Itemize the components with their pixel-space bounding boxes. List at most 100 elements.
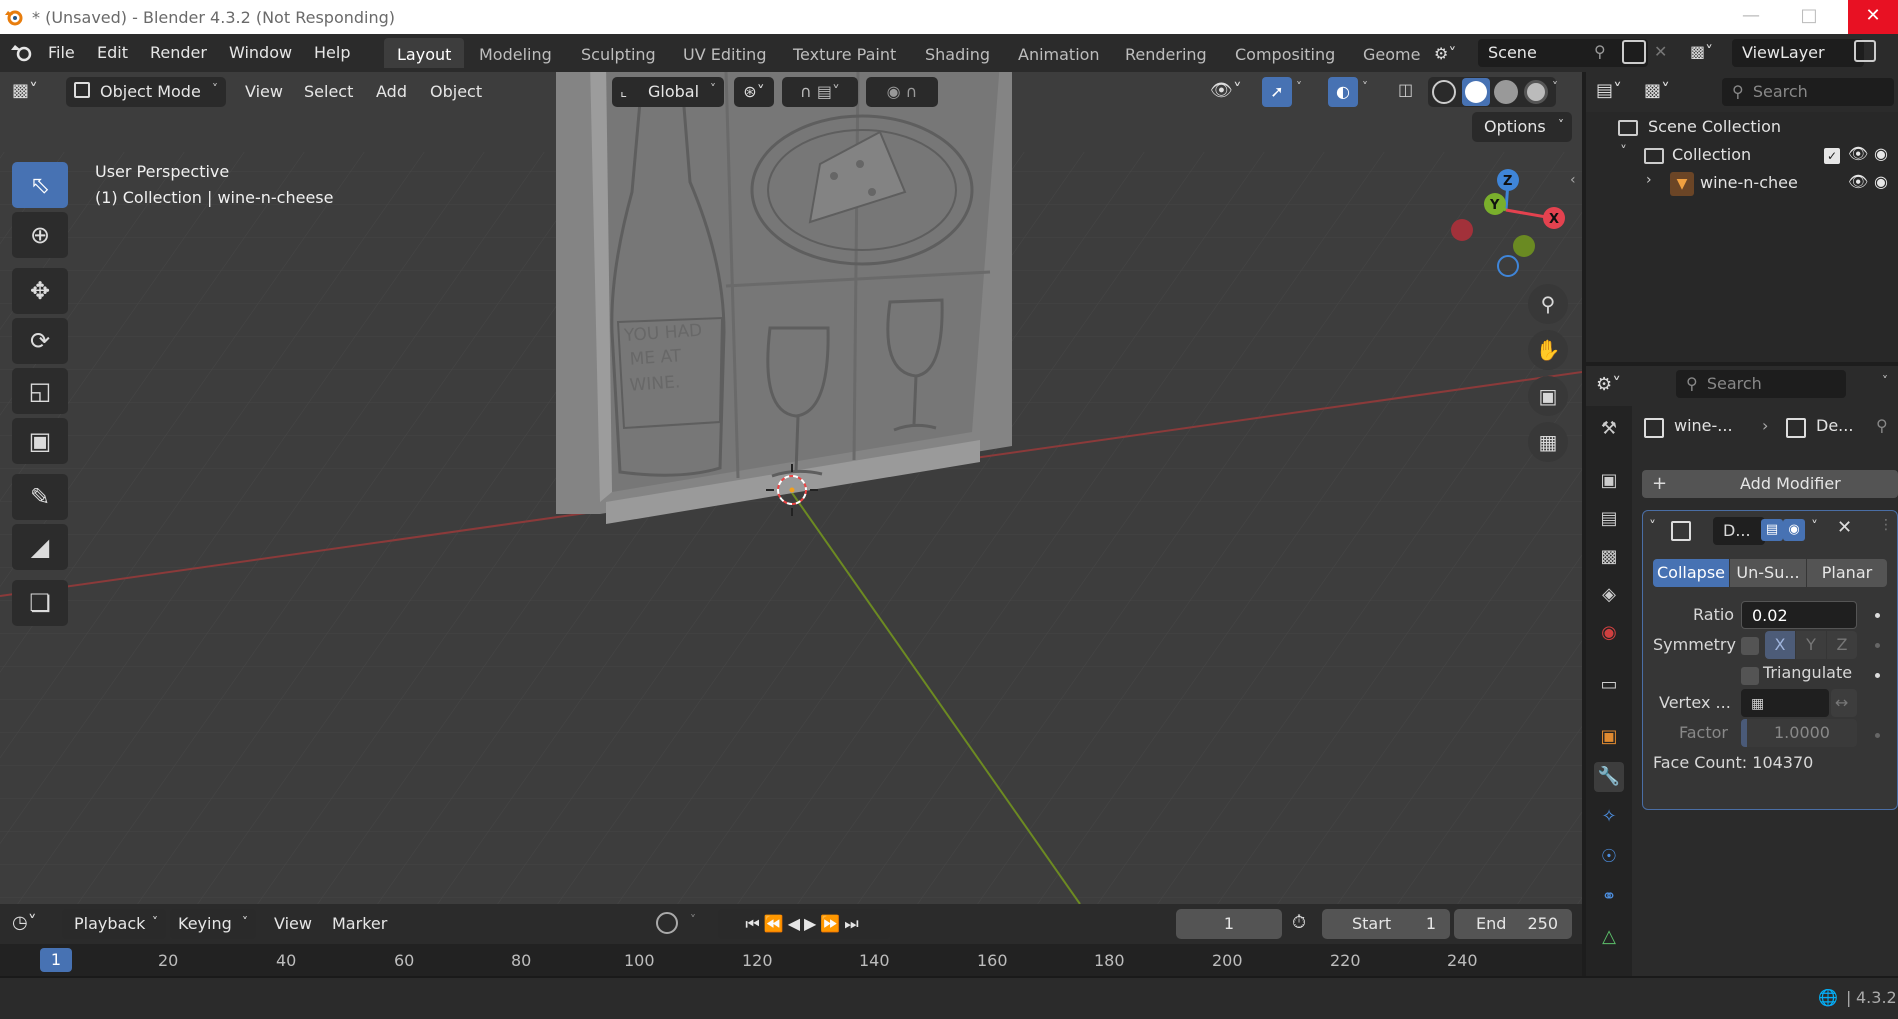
end-frame-field[interactable]: End 250 bbox=[1454, 909, 1572, 939]
options-dropdown[interactable]: Options ˅ bbox=[1472, 112, 1572, 142]
keyframe-dot-icon[interactable] bbox=[1875, 643, 1880, 648]
measure-icon[interactable]: ◢ bbox=[12, 524, 68, 570]
chevron-down-icon[interactable]: ˅ bbox=[1620, 144, 1627, 160]
close-icon[interactable]: ✕ bbox=[1848, 0, 1898, 34]
ratio-input[interactable]: 0.02 bbox=[1741, 601, 1857, 629]
current-frame-field[interactable]: 1 bbox=[1176, 909, 1282, 939]
camera-view-icon[interactable]: ▣ bbox=[1528, 376, 1568, 416]
new-scene-icon[interactable] bbox=[1622, 40, 1646, 64]
outliner-search-input[interactable]: ⚲ Search bbox=[1722, 78, 1894, 106]
tab-texture-paint[interactable]: Texture Paint bbox=[780, 38, 909, 68]
symmetry-checkbox[interactable] bbox=[1741, 637, 1759, 655]
outliner-editor-type-icon[interactable]: ▤˅ bbox=[1596, 80, 1622, 101]
eye-icon[interactable]: 👁 bbox=[1848, 144, 1868, 163]
perspective-toggle-icon[interactable]: ▦ bbox=[1528, 422, 1568, 462]
keyframe-dot-icon[interactable] bbox=[1875, 613, 1880, 618]
jump-start-icon[interactable]: ⏮ bbox=[745, 914, 763, 933]
view-layer-tab-icon[interactable]: ▩ bbox=[1594, 542, 1624, 572]
minimize-icon[interactable]: — bbox=[1732, 0, 1770, 34]
editor-type-icon[interactable]: ▩˅ bbox=[12, 80, 38, 101]
chevron-down-icon[interactable]: ˅ bbox=[1296, 80, 1302, 94]
tab-sculpting[interactable]: Sculpting bbox=[568, 38, 669, 68]
chevron-down-icon[interactable]: ˅ bbox=[1811, 519, 1818, 535]
breadcrumb-modifier[interactable]: De... bbox=[1816, 416, 1853, 435]
solid-shading-icon[interactable] bbox=[1462, 78, 1490, 106]
add-modifier-button[interactable]: + Add Modifier bbox=[1642, 470, 1898, 498]
object-tab-icon[interactable]: ▣ bbox=[1594, 722, 1624, 752]
modifier-tab-icon[interactable]: 🔧 bbox=[1594, 762, 1624, 792]
menu-add[interactable]: Add bbox=[376, 82, 407, 101]
scale-icon[interactable]: ◱ bbox=[12, 368, 68, 414]
chevron-down-icon[interactable]: ˅ bbox=[1552, 80, 1558, 94]
mode-selector[interactable]: Object Mode ˅ bbox=[66, 77, 226, 107]
particles-tab-icon[interactable]: ✧ bbox=[1594, 802, 1624, 832]
zoom-icon[interactable]: ⚲ bbox=[1528, 284, 1568, 324]
camera-icon[interactable]: ◉ bbox=[1874, 172, 1888, 191]
menu-render[interactable]: Render bbox=[150, 43, 207, 62]
scene-selector-icon[interactable]: ⚙˅ bbox=[1434, 40, 1474, 68]
start-frame-field[interactable]: Start 1 bbox=[1322, 909, 1450, 939]
tab-rendering[interactable]: Rendering bbox=[1112, 38, 1220, 68]
jump-end-icon[interactable]: ⏭ bbox=[844, 914, 862, 933]
timeline-editor-type-icon[interactable]: ◷˅ bbox=[12, 912, 37, 933]
mode-collapse-tab[interactable]: Collapse bbox=[1653, 559, 1729, 587]
rotate-icon[interactable]: ⟳ bbox=[12, 318, 68, 364]
mode-unsubdivide-tab[interactable]: Un-Su... bbox=[1730, 559, 1806, 587]
tab-shading[interactable]: Shading bbox=[912, 38, 1003, 68]
menu-edit[interactable]: Edit bbox=[97, 43, 128, 62]
constraints-tab-icon[interactable]: ⚭ bbox=[1594, 882, 1624, 912]
menu-view[interactable]: View bbox=[245, 82, 283, 101]
breadcrumb-object[interactable]: wine-... bbox=[1674, 416, 1733, 435]
auto-keying-icon[interactable] bbox=[656, 912, 678, 934]
tab-animation[interactable]: Animation bbox=[1005, 38, 1113, 68]
modifier-name-field[interactable]: D... bbox=[1713, 517, 1765, 545]
keyframe-dot-icon[interactable] bbox=[1875, 733, 1880, 738]
tab-uv-editing[interactable]: UV Editing bbox=[670, 38, 779, 68]
play-icon[interactable]: ▶ bbox=[804, 914, 820, 933]
symmetry-axis-x[interactable]: X bbox=[1765, 631, 1795, 659]
triangulate-checkbox[interactable] bbox=[1741, 667, 1759, 685]
jump-keyframe-back-icon[interactable]: ⏪ bbox=[764, 914, 788, 933]
pin-icon[interactable]: ⚲ bbox=[1876, 416, 1888, 435]
play-reverse-icon[interactable]: ◀ bbox=[788, 914, 804, 933]
delete-scene-icon[interactable]: ✕ bbox=[1654, 42, 1667, 61]
select-box-icon[interactable]: ⬁ bbox=[12, 162, 68, 208]
move-icon[interactable]: ✥ bbox=[12, 268, 68, 314]
tool-tab-icon[interactable]: ⚒ bbox=[1594, 414, 1624, 444]
factor-slider[interactable]: 1.0000 bbox=[1741, 719, 1857, 747]
snap-icon[interactable]: ∩ ▤˅ bbox=[782, 77, 858, 107]
menu-object[interactable]: Object bbox=[430, 82, 482, 101]
physics-tab-icon[interactable]: ☉ bbox=[1594, 842, 1624, 872]
jump-keyframe-forward-icon[interactable]: ⏩ bbox=[820, 914, 844, 933]
proportional-edit-icon[interactable]: ◉ ∩ bbox=[866, 77, 938, 107]
tab-compositing[interactable]: Compositing bbox=[1222, 38, 1348, 68]
symmetry-axis-y[interactable]: Y bbox=[1796, 631, 1826, 659]
outliner-item-scene-collection[interactable]: Scene Collection bbox=[1648, 117, 1781, 136]
chevron-down-icon[interactable]: ˅ bbox=[1362, 80, 1368, 94]
maximize-icon[interactable]: □ bbox=[1790, 0, 1828, 34]
data-tab-icon[interactable]: △ bbox=[1594, 922, 1624, 952]
tab-geometry-nodes[interactable]: Geome bbox=[1350, 38, 1420, 68]
render-tab-icon[interactable]: ▣ bbox=[1594, 466, 1624, 496]
menu-window[interactable]: Window bbox=[229, 43, 292, 62]
properties-search-input[interactable]: ⚲ Search bbox=[1676, 370, 1846, 398]
playhead-frame[interactable]: 1 bbox=[40, 948, 72, 972]
view-layer-icon[interactable]: ▩˅ bbox=[1690, 42, 1713, 61]
annotate-icon[interactable]: ✎ bbox=[12, 474, 68, 520]
tab-modeling[interactable]: Modeling bbox=[466, 38, 565, 68]
keyframe-dot-icon[interactable] bbox=[1875, 673, 1880, 678]
scene-tab-icon[interactable]: ◈ bbox=[1594, 580, 1624, 610]
xray-icon[interactable]: ◫ bbox=[1398, 80, 1413, 99]
outliner-item-wine-n-cheese[interactable]: wine-n-chee bbox=[1700, 173, 1798, 192]
remove-modifier-icon[interactable]: ✕ bbox=[1837, 517, 1852, 538]
outliner-item-collection[interactable]: Collection bbox=[1672, 145, 1751, 164]
chevron-down-icon[interactable]: ˅ bbox=[1649, 519, 1656, 535]
wireframe-shading-icon[interactable] bbox=[1432, 80, 1456, 104]
world-tab-icon[interactable]: ◉ bbox=[1594, 618, 1624, 648]
show-viewport-icon[interactable]: ▤ bbox=[1761, 519, 1783, 541]
new-view-layer-icon[interactable] bbox=[1854, 40, 1876, 62]
menu-select[interactable]: Select bbox=[304, 82, 353, 101]
material-shading-icon[interactable] bbox=[1494, 80, 1518, 104]
timer-icon[interactable]: ⏱ bbox=[1292, 912, 1306, 933]
pin-icon[interactable]: ⚲ bbox=[1594, 42, 1606, 61]
